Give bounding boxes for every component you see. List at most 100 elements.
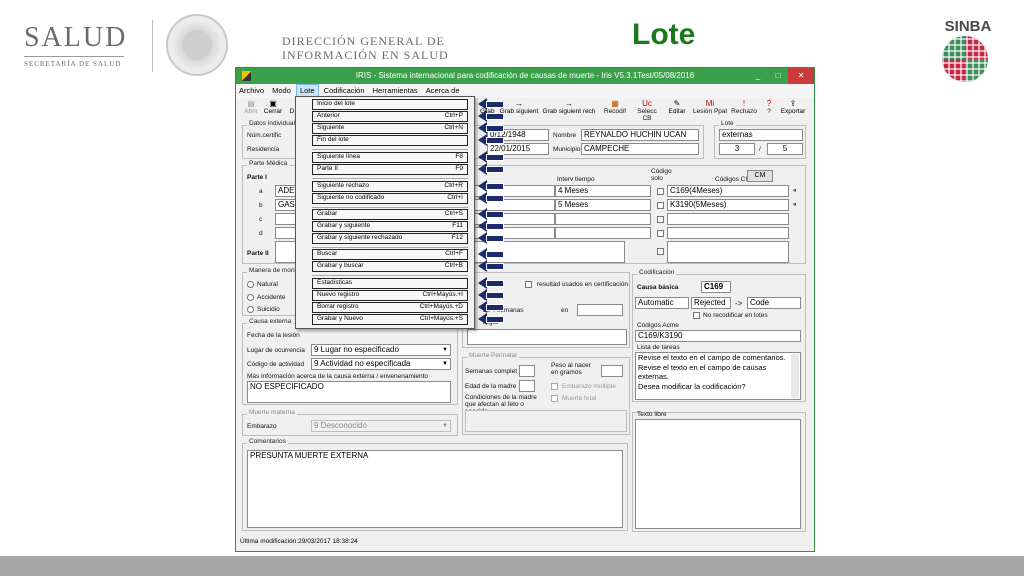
- condiciones-field[interactable]: [465, 410, 627, 432]
- comentarios-group: Comentarios PRESUNTA MUERTE EXTERNA: [242, 438, 628, 531]
- toolbar-exportar-button[interactable]: ⇪ Exportar: [780, 99, 806, 115]
- cie-code-d-field[interactable]: [667, 227, 789, 239]
- natural-radio[interactable]: [247, 281, 254, 288]
- window-titlebar[interactable]: IRIS - Sistema internacional para codifi…: [236, 68, 814, 84]
- menu-item-grabar-nuevo[interactable]: Grabar y Nuevo Ctrl+Mayús.+S: [312, 314, 468, 325]
- menu-item-siguiente[interactable]: Siguiente Ctrl+N: [312, 123, 468, 134]
- toolbar-recodif-button[interactable]: ▦ Recodif: [602, 99, 628, 115]
- interval-d-field[interactable]: [555, 227, 651, 239]
- menu-item-grabar[interactable]: Grabar Ctrl+S: [312, 209, 468, 220]
- menu-item-grabar-siguiente-rechazado[interactable]: Grabar y siguiente rechazado F12: [312, 233, 468, 244]
- task-item[interactable]: Revise el texto en el campo de comentari…: [638, 353, 788, 363]
- menu-item-grabar-siguiente[interactable]: Grabar y siguiente F11: [312, 221, 468, 232]
- municipio-field[interactable]: CAMPECHE: [581, 143, 699, 155]
- toolbar-grab-siguient-button[interactable]: → Grab siguient: [498, 99, 540, 115]
- lugar-ocurrencia-select[interactable]: 9 Lugar no especificado ▼: [311, 344, 451, 356]
- nombre-field[interactable]: REYNALDO HUCHIN UCAN: [581, 129, 699, 141]
- semanas-complet-field[interactable]: [519, 365, 535, 377]
- texto-libre-field[interactable]: [635, 419, 801, 529]
- arrow-shaft: [486, 263, 504, 270]
- task-item[interactable]: Desea modificar la codificación?: [638, 382, 788, 392]
- causa-basica-field[interactable]: C169: [701, 281, 731, 293]
- menu-modo[interactable]: Modo: [269, 84, 294, 98]
- national-seal-icon: [166, 14, 228, 76]
- arrow-icon: [478, 192, 504, 204]
- fecha-lesion-field[interactable]: [311, 329, 451, 341]
- toolbar-rechazo-button[interactable]: ! Rechazo: [730, 99, 758, 115]
- codigo-solo-ii-checkbox[interactable]: [657, 248, 664, 255]
- status-bar-text: Última modificación:29/03/2017 18:38:24: [240, 538, 358, 545]
- menu-item-grabar-buscar[interactable]: Grabar y buscar Ctrl+B: [312, 261, 468, 272]
- cie-code-a-field[interactable]: C169(4Meses): [667, 185, 789, 197]
- interval-b-field[interactable]: 5 Meses: [555, 199, 651, 211]
- actividad-select[interactable]: 9 Actividad no especificada ▼: [311, 358, 451, 370]
- toolbar-editar-button[interactable]: ✎ Editar: [666, 99, 688, 115]
- accidente-radio[interactable]: [247, 294, 254, 301]
- toolbar-rechazo-label: Rechazo: [731, 108, 757, 115]
- causa-externa-group: Causa externa Fecha de la lesión Lugar d…: [242, 318, 458, 405]
- menu-item-buscar[interactable]: Buscar Ctrl+F: [312, 249, 468, 260]
- codigos-acme-field[interactable]: C169/K3190: [635, 330, 801, 342]
- rechazo-icon: !: [742, 99, 746, 108]
- muerte-fetal-checkbox[interactable]: [551, 395, 558, 402]
- arrow-icon: [478, 110, 504, 122]
- sinba-globe-icon: [942, 36, 988, 82]
- embarazo-select[interactable]: 9 Desconocido ▼: [311, 420, 451, 432]
- cie-code-ii-field[interactable]: [667, 241, 789, 263]
- no-recodificar-checkbox[interactable]: [693, 312, 700, 319]
- code-field: Code: [747, 297, 801, 309]
- mark-b: «: [793, 201, 797, 208]
- menu-item-label: Grabar y Nuevo: [317, 315, 363, 322]
- toolbar-help-button[interactable]: ??: [764, 99, 774, 115]
- menu-item-inicio-lote[interactable]: Inicio del lote: [312, 99, 468, 110]
- comentarios-field[interactable]: PRESUNTA MUERTE EXTERNA: [247, 450, 623, 528]
- menu-item-label: Borrar registro: [317, 303, 359, 310]
- minimize-button[interactable]: _: [748, 68, 768, 84]
- cie-code-b-field[interactable]: K3190(5Meses): [667, 199, 789, 211]
- menu-item-estadisticas[interactable]: Estadísticas: [312, 278, 468, 289]
- menu-item-anterior[interactable]: Anterior Ctrl+P: [312, 111, 468, 122]
- lista-tareas-list[interactable]: Revise el texto en el campo de comentari…: [635, 352, 801, 400]
- toolbar-d-label: D: [289, 108, 295, 115]
- menu-item-siguiente-rechazo[interactable]: Siguiente rechazo Ctrl+R: [312, 181, 468, 192]
- toolbar-lesion-ppal-button[interactable]: Mi Lesión Ppal: [692, 99, 728, 115]
- no-recodificar-label: No recodificar en lotes: [703, 312, 768, 319]
- codigo-solo-c-checkbox[interactable]: [657, 216, 664, 223]
- menu-item-nuevo-registro[interactable]: Nuevo registro Ctrl+Mayús.+I: [312, 290, 468, 301]
- status-arrow: ->: [735, 299, 743, 308]
- menu-item-fin-lote[interactable]: Fin del lote: [312, 135, 468, 146]
- cirugia-field[interactable]: [467, 329, 627, 345]
- edad-madre-field[interactable]: [519, 380, 535, 392]
- peso-nacer-field[interactable]: [601, 365, 623, 377]
- automatic-field: Automatic: [635, 297, 689, 309]
- en-field[interactable]: [577, 304, 623, 316]
- menu-item-shortcut: Ctrl+R: [444, 182, 463, 189]
- mas-info-field[interactable]: NO ESPECIFICADO: [247, 381, 451, 403]
- toolbar-cerrar-button[interactable]: ▣ Cerrar: [262, 99, 284, 115]
- menu-item-siguiente-no-codificado[interactable]: Siguiente no codificado Ctrl+I: [312, 193, 468, 204]
- toolbar-selecc-cb-button[interactable]: Uc Selecc CB: [632, 99, 662, 122]
- selecc-cb-icon: Uc: [642, 99, 652, 108]
- codigo-solo-b-checkbox[interactable]: [657, 202, 664, 209]
- codigo-solo-d-checkbox[interactable]: [657, 230, 664, 237]
- toolbar-abrir-button[interactable]: ▤ Abrir: [242, 99, 260, 115]
- toolbar-cerrar-label: Cerrar: [263, 108, 283, 115]
- materna-group-label: Muerte materna: [247, 409, 297, 416]
- maximize-button[interactable]: □: [768, 68, 788, 84]
- cm-button[interactable]: CM: [747, 170, 773, 182]
- interval-a-field[interactable]: 4 Meses: [555, 185, 651, 197]
- codigo-solo-a-checkbox[interactable]: [657, 188, 664, 195]
- close-button[interactable]: ✕: [788, 68, 814, 84]
- menu-archivo[interactable]: Archivo: [236, 84, 267, 98]
- suicidio-radio[interactable]: [247, 306, 254, 313]
- toolbar-grab-siguient-rech-button[interactable]: → Grab siguient rech: [542, 99, 596, 115]
- resultado-checkbox[interactable]: [525, 281, 532, 288]
- menu-item-borrar-registro[interactable]: Borrar registro Ctrl+Mayús.+D: [312, 302, 468, 313]
- menu-item-siguiente-linea[interactable]: Siguiente línea F8: [312, 152, 468, 163]
- cie-code-c-field[interactable]: [667, 213, 789, 225]
- embarazo-multiple-checkbox[interactable]: [551, 383, 558, 390]
- task-item[interactable]: Revise el texto en el campo de causas ex…: [638, 363, 788, 382]
- interval-c-field[interactable]: [555, 213, 651, 225]
- task-scrollbar[interactable]: [791, 354, 799, 398]
- menu-item-parte-ii[interactable]: Parte II F9: [312, 164, 468, 175]
